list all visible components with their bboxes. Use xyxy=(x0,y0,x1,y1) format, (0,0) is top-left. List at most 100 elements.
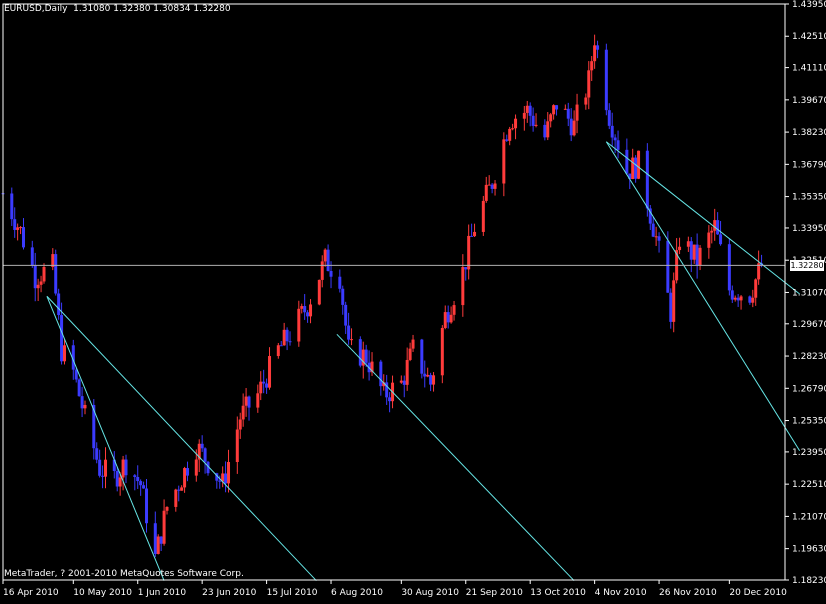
candle-body xyxy=(751,297,755,303)
candle-body xyxy=(297,308,301,342)
candle-body xyxy=(180,487,184,491)
candle-body xyxy=(80,396,84,409)
candle-body xyxy=(631,157,635,180)
candle-body xyxy=(303,306,307,313)
candle-body xyxy=(572,120,576,136)
candle-body xyxy=(165,506,169,511)
candle-body xyxy=(101,475,105,477)
candle-body xyxy=(733,297,737,300)
candle-body xyxy=(695,244,699,266)
candle-body xyxy=(707,232,711,248)
candle-body xyxy=(262,381,266,384)
candle-body xyxy=(63,345,67,362)
candle-body xyxy=(402,380,406,385)
candle-body xyxy=(473,231,477,237)
candle-body xyxy=(256,393,260,408)
candle-body xyxy=(238,419,242,430)
candle-body xyxy=(203,448,207,462)
candle-body xyxy=(531,115,535,126)
candle-body xyxy=(698,247,702,266)
candle-body xyxy=(590,61,594,71)
candle-body xyxy=(607,110,611,126)
candle-body xyxy=(341,288,345,305)
candle-body xyxy=(727,244,731,291)
candle-body xyxy=(411,339,415,349)
candle-body xyxy=(549,114,553,122)
candle-body xyxy=(481,200,485,232)
candle-body xyxy=(13,219,17,230)
candle-body xyxy=(194,459,198,476)
y-tick-label: 1.41110 xyxy=(792,64,826,74)
candle-body xyxy=(596,45,600,50)
candle-body xyxy=(259,381,263,394)
candle-body xyxy=(39,281,43,285)
candle-body xyxy=(552,105,556,115)
candle-body xyxy=(60,315,64,362)
candle-body xyxy=(625,149,629,174)
candle-body xyxy=(534,124,538,126)
price-chart: 1.43950 1.42510 1.41110 1.39670 1.38230 1.367… xyxy=(0,0,826,600)
y-tick-label: 1.35350 xyxy=(792,193,826,203)
candle-body xyxy=(514,118,518,129)
candle-body xyxy=(405,359,409,385)
candle-body xyxy=(247,396,251,408)
candle-body xyxy=(637,150,641,179)
candle-body xyxy=(713,220,717,231)
candle-body xyxy=(329,270,333,277)
y-tick-label: 1.25350 xyxy=(792,417,826,427)
candle-body xyxy=(508,128,512,141)
candle-body xyxy=(484,184,488,201)
y-tick-label: 1.21070 xyxy=(792,512,826,522)
candle-body xyxy=(145,488,149,524)
candle-body xyxy=(467,235,471,270)
current-price-tag: 1.32280 xyxy=(790,260,824,271)
ohlc-values: 1.31080 1.32380 1.30834 1.32280 xyxy=(73,4,231,14)
candle-body xyxy=(672,280,676,322)
x-tick-label: 15 Jul 2010 xyxy=(267,588,318,598)
candle-body xyxy=(183,468,187,488)
candle-body xyxy=(566,108,570,119)
candle-body xyxy=(104,459,108,477)
y-tick-label: 1.23950 xyxy=(792,448,826,458)
candle-body xyxy=(98,459,102,476)
candle-body xyxy=(33,265,37,289)
candle-body xyxy=(443,312,447,328)
candle-body xyxy=(323,249,327,262)
x-tick-label: 16 Apr 2010 xyxy=(3,588,59,598)
candle-body xyxy=(432,375,436,385)
candle-body xyxy=(634,157,638,179)
candle-body xyxy=(133,475,137,477)
candle-body xyxy=(616,140,620,150)
candle-body xyxy=(399,380,403,383)
candle-body xyxy=(543,124,547,138)
candle-body xyxy=(326,249,330,271)
candle-body xyxy=(446,312,450,323)
candle-body xyxy=(358,339,362,366)
candle-body xyxy=(306,312,310,317)
candle-body xyxy=(490,184,494,189)
x-tick-label: 6 Aug 2010 xyxy=(331,588,383,598)
y-tick-label: 1.19630 xyxy=(792,545,826,555)
candle-body xyxy=(95,448,99,460)
candle-body xyxy=(200,443,204,449)
candle-body xyxy=(300,306,304,309)
candle-body xyxy=(42,267,46,282)
candle-body xyxy=(288,341,292,343)
candle-body xyxy=(470,235,474,237)
candle-body xyxy=(54,254,58,294)
y-tick-label: 1.38230 xyxy=(792,128,826,138)
x-tick-label: 23 Jun 2010 xyxy=(202,588,256,598)
y-tick-label: 1.26790 xyxy=(792,384,826,394)
candle-body xyxy=(124,459,128,476)
candle-body xyxy=(350,339,354,341)
candle-body xyxy=(525,105,529,113)
x-tick-label: 4 Nov 2010 xyxy=(595,588,647,598)
candle-body xyxy=(186,468,190,476)
y-tick-label: 1.31070 xyxy=(792,288,826,298)
candle-body xyxy=(686,241,690,247)
candle-body xyxy=(22,227,26,248)
candle-body xyxy=(388,397,392,402)
candle-body xyxy=(593,45,597,62)
candle-body xyxy=(364,349,368,363)
candle-body xyxy=(440,327,444,376)
